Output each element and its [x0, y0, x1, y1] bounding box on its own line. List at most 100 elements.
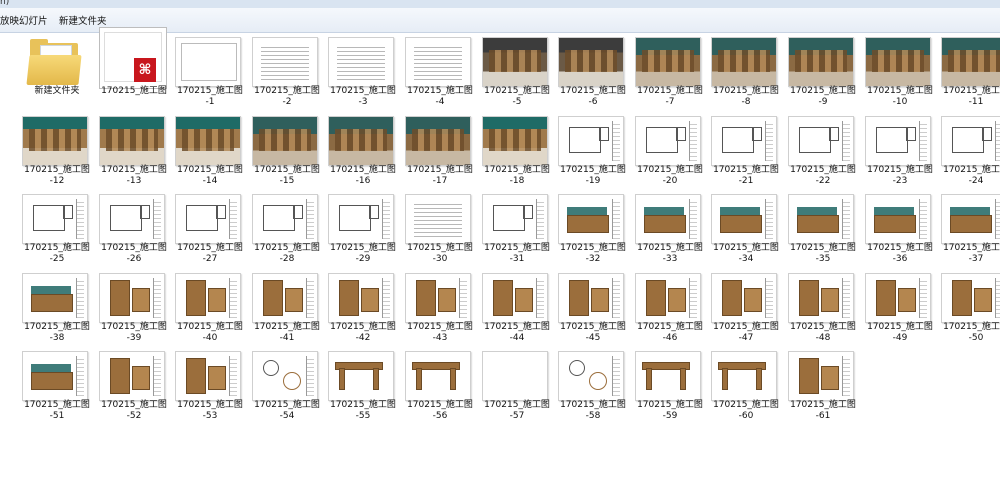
file-item[interactable]: 170215_施工图 -39 — [97, 269, 171, 345]
file-item[interactable]: 170215_施工图-11 — [939, 33, 1000, 109]
file-item[interactable]: 170215_施工图 -31 — [480, 190, 554, 266]
drawing-thumbnail-icon — [22, 273, 88, 323]
file-item[interactable]: 170215_施工图 -6 — [556, 33, 630, 109]
drawing-thumbnail-icon — [635, 116, 701, 166]
folder-item[interactable]: 新建文件夹 — [20, 33, 94, 109]
file-name-line1: 170215_施工图 — [407, 322, 473, 332]
file-item[interactable]: 170215_施工图 -59 — [633, 347, 707, 423]
slideshow-button[interactable]: 放映幻灯片 — [0, 13, 48, 27]
file-item[interactable]: 170215_施工图 -35 — [786, 190, 860, 266]
file-item[interactable]: 170215_施工图 -47 — [709, 269, 783, 345]
file-item[interactable]: 170215_施工图 -32 — [556, 190, 630, 266]
file-item[interactable]: 170215_施工图 -30 — [403, 190, 477, 266]
file-item[interactable]: 170215_施工图 -27 — [173, 190, 247, 266]
drawing-thumbnail-icon — [175, 273, 241, 323]
drawing-thumbnail-icon — [252, 116, 318, 166]
file-item[interactable]: 170215_施工图 -49 — [863, 269, 937, 345]
file-item[interactable]: 170215_施工图 -38 — [20, 269, 94, 345]
file-item[interactable]: 170215_施工图 -23 — [863, 112, 937, 188]
drawing-thumbnail-icon — [635, 351, 701, 401]
file-item[interactable]: 170215_施工图 -13 — [97, 112, 171, 188]
file-item[interactable]: 170215_施工图 -8 — [709, 33, 783, 109]
file-item[interactable]: 170215_施工图 -4 — [403, 33, 477, 109]
file-item[interactable]: 170215_施工图-24 — [939, 112, 1000, 188]
file-name-line1: 170215_施工图 — [254, 322, 320, 332]
file-name-line2: -2 — [282, 97, 292, 107]
file-item[interactable]: 170215_施工图 -43 — [403, 269, 477, 345]
file-item[interactable]: 170215_施工图 -2 — [250, 33, 324, 109]
file-item[interactable]: 170215_施工图-37 — [939, 190, 1000, 266]
file-item[interactable]: 170215_施工图 -17 — [403, 112, 477, 188]
file-item[interactable]: 170215_施工图 -1 — [173, 33, 247, 109]
file-item[interactable]: 170215_施工图 -22 — [786, 112, 860, 188]
file-item[interactable]: 170215_施工图 -51 — [20, 347, 94, 423]
file-item[interactable]: 170215_施工图 -10 — [863, 33, 937, 109]
file-name-label: 170215_施工图 -28 — [244, 243, 330, 265]
file-item[interactable]: 170215_施工图 -34 — [709, 190, 783, 266]
drawing-thumbnail-icon — [175, 351, 241, 401]
file-item[interactable]: 170215_施工图 -46 — [633, 269, 707, 345]
file-name-line1: 170215_施工图 — [713, 86, 779, 96]
file-item[interactable]: 170215_施工图 -5 — [480, 33, 554, 109]
file-name-line1: 170215_施工图 — [177, 243, 243, 253]
file-name-line1: 170215_施工图 — [713, 165, 779, 175]
file-name-line1: 170215_施工图 — [713, 243, 779, 253]
file-item[interactable]: 170215_施工图 -57 — [480, 347, 554, 423]
file-item[interactable]: 170215_施工图 -58 — [556, 347, 630, 423]
file-item[interactable]: 170215_施工图 -3 — [326, 33, 400, 109]
file-item[interactable]: 170215_施工图 -52 — [97, 347, 171, 423]
file-item[interactable]: 170215_施工图 -53 — [173, 347, 247, 423]
file-name-line1: 170215_施工图 — [24, 243, 90, 253]
file-name-label: 170215_施工图 -56 — [397, 400, 483, 422]
file-name-line2: -43 — [432, 333, 448, 343]
file-item[interactable]: 170215_施工图 -55 — [326, 347, 400, 423]
file-item[interactable]: 170215_施工图 -14 — [173, 112, 247, 188]
file-name-label: 170215_施工图 -19 — [550, 165, 636, 187]
file-item[interactable]: 170215_施工图 -29 — [326, 190, 400, 266]
file-item[interactable]: 170215_施工图 -9 — [786, 33, 860, 109]
file-item[interactable]: 170215_施工图 -28 — [250, 190, 324, 266]
file-name-line2: -37 — [968, 254, 984, 264]
file-name-line1: 170215_施工图 — [407, 400, 473, 410]
file-item[interactable]: 170215_施工图 -25 — [20, 190, 94, 266]
file-item[interactable]: 170215_施工图 -7 — [633, 33, 707, 109]
file-name-line2: -26 — [126, 254, 142, 264]
file-name-line1: 170215_施工图 — [943, 86, 1000, 96]
file-name-line2: -41 — [279, 333, 295, 343]
file-item[interactable]: 170215_施工图 -40 — [173, 269, 247, 345]
file-name-line2: -45 — [585, 333, 601, 343]
file-item[interactable]: 170215_施工图 -21 — [709, 112, 783, 188]
file-item[interactable]: 170215_施工图 -33 — [633, 190, 707, 266]
file-item[interactable]: 170215_施工图 -48 — [786, 269, 860, 345]
file-item[interactable]: 170215_施工图 -26 — [97, 190, 171, 266]
file-item[interactable]: 170215_施工图 -15 — [250, 112, 324, 188]
file-item[interactable]: 170215_施工图 -54 — [250, 347, 324, 423]
file-item[interactable]: 170215_施工图 -42 — [326, 269, 400, 345]
file-item[interactable]: 170215_施工图 -44 — [480, 269, 554, 345]
file-item[interactable]: 170215_施工图 -45 — [556, 269, 630, 345]
file-name-line2: -39 — [126, 333, 142, 343]
file-item[interactable]: 170215_施工图 -61 — [786, 347, 860, 423]
file-item[interactable]: 170215_施工图-50 — [939, 269, 1000, 345]
file-item[interactable]: 170215_施工图 -60 — [709, 347, 783, 423]
file-name-line1: 170215_施工图 — [790, 165, 856, 175]
file-item[interactable]: 170215_施工图 -18 — [480, 112, 554, 188]
file-item[interactable]: ⌘ 170215_施工图 — [97, 27, 171, 109]
file-item[interactable]: 170215_施工图 -20 — [633, 112, 707, 188]
drawing-thumbnail-icon — [252, 37, 318, 87]
file-item[interactable]: 170215_施工图 -16 — [326, 112, 400, 188]
new-folder-button[interactable]: 新建文件夹 — [59, 13, 107, 27]
file-item[interactable]: 170215_施工图 -41 — [250, 269, 324, 345]
file-item[interactable]: 170215_施工图 -36 — [863, 190, 937, 266]
file-item[interactable]: 170215_施工图 -12 — [20, 112, 94, 188]
file-name-line1: 170215_施工图 — [484, 165, 550, 175]
drawing-thumbnail-icon — [558, 194, 624, 244]
file-name-label: 170215_施工图 -43 — [397, 322, 483, 344]
file-item[interactable]: 170215_施工图 -56 — [403, 347, 477, 423]
file-name-label: 170215_施工图 -13 — [91, 165, 177, 187]
drawing-thumbnail-icon — [788, 273, 854, 323]
file-name-label: 170215_施工图 -52 — [91, 400, 177, 422]
file-name-label: 170215_施工图 -61 — [780, 400, 866, 422]
drawing-thumbnail-icon — [328, 351, 394, 401]
file-item[interactable]: 170215_施工图 -19 — [556, 112, 630, 188]
